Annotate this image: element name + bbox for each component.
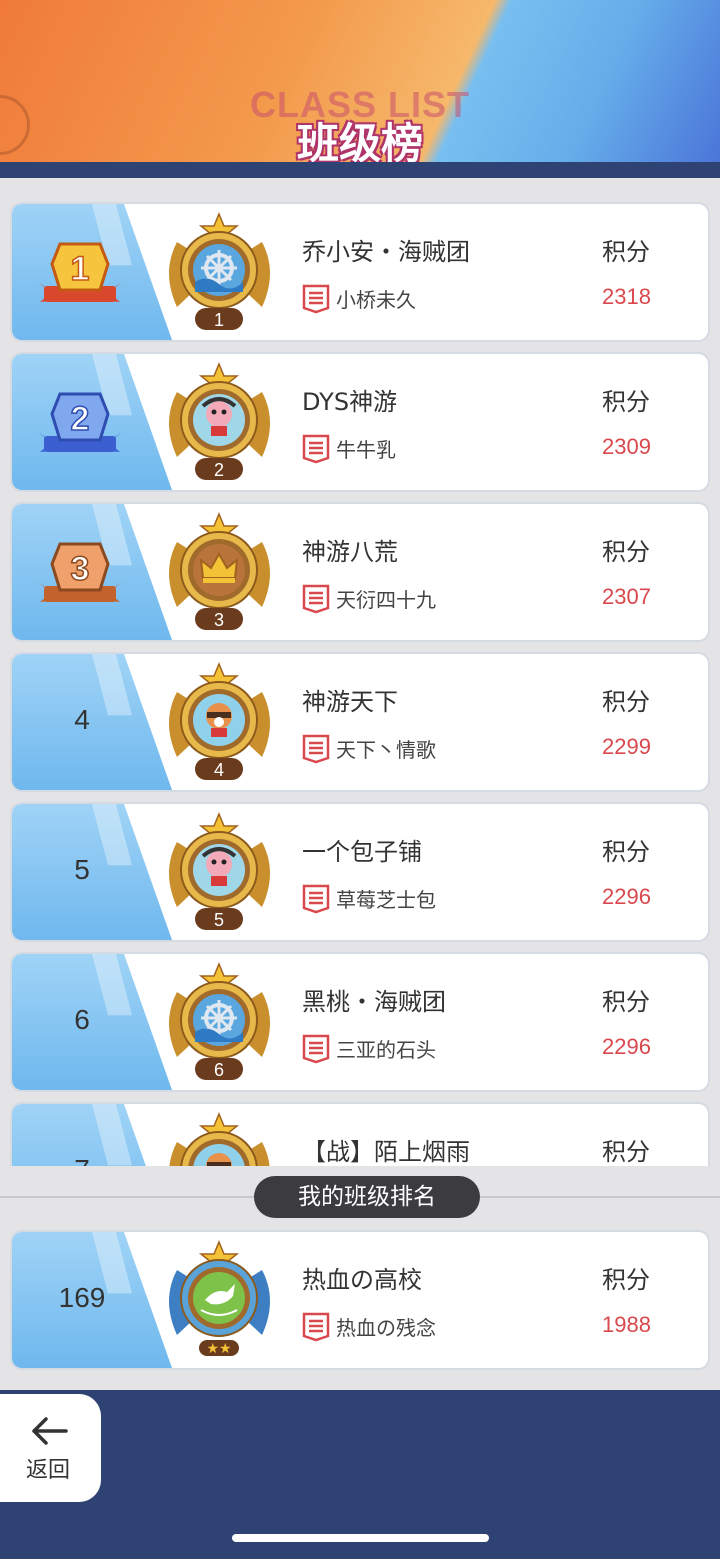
svg-text:★★: ★★ [206, 1341, 231, 1357]
class-card[interactable]: 1 1 乔小安・海贼团小桥未久 积分 2318 [10, 202, 710, 342]
leader-flag-icon [302, 734, 330, 764]
emblem-rank: 1 [214, 310, 224, 330]
emblem-rank: 6 [214, 1060, 224, 1080]
score-label: 积分 [602, 538, 650, 566]
rank-3-badge-icon: 3 [38, 542, 122, 602]
back-label: 返回 [25, 1458, 70, 1483]
class-name: 【战】陌上烟雨 [302, 1138, 470, 1166]
home-indicator[interactable] [232, 1534, 489, 1542]
class-name: 热血の高校 [302, 1266, 422, 1294]
class-card[interactable]: 2 2 DYS神游牛牛乳 积分 2309 [10, 352, 710, 492]
leader-name: 天下丶情歌 [336, 738, 436, 762]
leader-flag-icon [302, 1312, 330, 1342]
leader-name: 天衍四十九 [336, 588, 436, 612]
class-name: 黑桃・海贼团 [302, 988, 446, 1016]
rank-2-badge-icon: 2 [38, 392, 122, 452]
leader-flag-icon [302, 284, 330, 314]
rank-number: 7 [42, 1154, 122, 1166]
score-value: 1988 [602, 1312, 651, 1337]
class-card[interactable]: 4 4 神游天下天下丶情歌 积分 2299 [10, 652, 710, 792]
score-value: 2296 [602, 1034, 651, 1059]
class-name: 神游天下 [302, 688, 398, 716]
score-value: 2309 [602, 434, 651, 459]
rank-badge-number: 3 [71, 550, 90, 588]
leader-flag-icon [302, 584, 330, 614]
raccoon-emblem-icon: 4 [169, 662, 270, 780]
score-label: 积分 [602, 1138, 650, 1166]
class-card[interactable]: 5 5 一个包子铺草莓芝士包 积分 2296 [10, 802, 710, 942]
page-title: 班级榜 [296, 119, 423, 168]
emblem-rank: 2 [214, 460, 224, 480]
score-value: 2299 [602, 734, 651, 759]
emblem-rank: 5 [214, 910, 224, 930]
dove-emblem-icon: ★★ [169, 1240, 270, 1357]
wheel-emblem-icon: 1 [169, 212, 270, 330]
emblem-rank: 4 [214, 760, 224, 780]
score-label: 积分 [602, 838, 650, 866]
rank-number: 5 [74, 854, 90, 885]
my-rank-label: 我的班级排名 [254, 1176, 480, 1218]
rank-badge-number: 1 [71, 250, 90, 288]
class-card[interactable]: 3 3 神游八荒天衍四十九 积分 2307 [10, 502, 710, 642]
rank-1-badge-icon: 1 [38, 242, 122, 302]
class-name: DYS神游 [302, 388, 398, 416]
score-value: 2318 [602, 284, 651, 309]
leader-flag-icon [302, 434, 330, 464]
crown-emblem-icon: 3 [169, 512, 270, 630]
header: CLASS LIST 班级榜 [0, 0, 720, 170]
class-list[interactable]: 1 1 乔小安・海贼团 小桥未久 积分 2318 2 2 DYS神游 牛牛乳 积分 2309 3 3 神游八… [0, 178, 720, 1166]
leader-name: 草莓芝士包 [336, 888, 436, 912]
score-label: 积分 [602, 238, 650, 266]
wheel-emblem-icon: 6 [169, 962, 270, 1080]
class-card[interactable]: 7 7 【战】陌上烟雨 积分 [10, 1102, 710, 1166]
leader-flag-icon [302, 884, 330, 914]
class-name: 一个包子铺 [302, 838, 422, 866]
raccoon-emblem-icon: 7 [169, 1112, 270, 1166]
score-label: 积分 [602, 988, 650, 1016]
class-name: 乔小安・海贼团 [302, 238, 470, 266]
mascot-emblem-icon: 5 [169, 812, 270, 930]
leader-name: 牛牛乳 [336, 438, 396, 462]
rank-number: 4 [74, 704, 90, 735]
leader-name: 三亚的石头 [336, 1038, 436, 1062]
rank-number: 169 [58, 1282, 106, 1313]
class-name: 神游八荒 [302, 538, 398, 566]
leader-flag-icon [302, 1034, 330, 1064]
emblem-rank: 3 [214, 610, 224, 630]
my-rank-section: 我的班级排名 169 ★★ 热血の高校热血の残念 积分 1988 [0, 1166, 720, 1390]
score-label: 积分 [602, 388, 650, 416]
rank-number: 6 [74, 1004, 90, 1035]
score-label: 积分 [602, 1266, 650, 1294]
back-button[interactable]: 返回 [0, 1394, 101, 1502]
leader-name: 小桥未久 [336, 288, 416, 312]
score-value: 2296 [602, 884, 651, 909]
my-class-card[interactable]: 169 ★★ 热血の高校热血の残念 积分 1988 [10, 1230, 710, 1370]
leader-name: 热血の残念 [336, 1316, 436, 1340]
score-label: 积分 [602, 688, 650, 716]
back-arrow-icon [32, 1417, 68, 1445]
mascot-emblem-icon: 2 [169, 362, 270, 480]
score-value: 2307 [602, 584, 651, 609]
rank-badge-number: 2 [71, 400, 90, 438]
class-card[interactable]: 6 6 黑桃・海贼团三亚的石头 积分 2296 [10, 952, 710, 1092]
